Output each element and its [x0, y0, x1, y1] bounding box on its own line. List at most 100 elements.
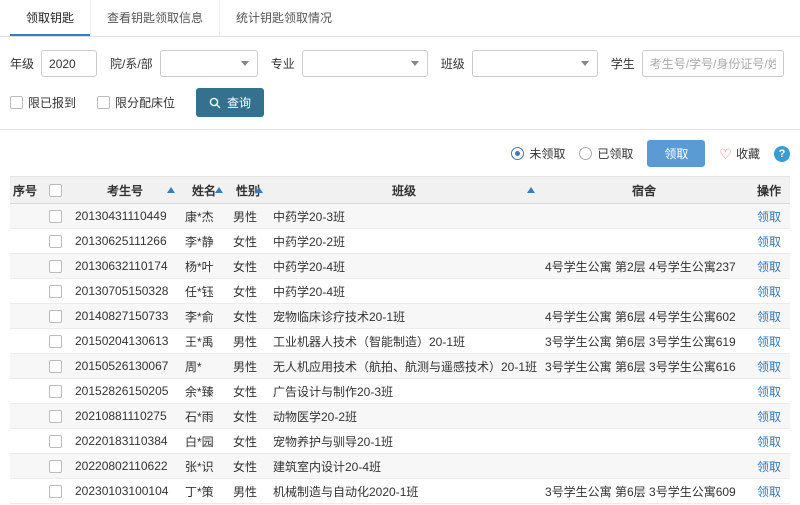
- table-row: 20140827150733 李*俞 女性 宠物临床诊疗技术20-1班 4号学生…: [10, 304, 790, 329]
- row-index-cell: [10, 254, 40, 279]
- only-assigned-bed-checkbox[interactable]: [97, 96, 110, 109]
- row-checkbox[interactable]: [49, 335, 62, 348]
- table-row: 20130632110174 杨*叶 女性 中药学20-4班 4号学生公寓 第2…: [10, 254, 790, 279]
- row-checkbox[interactable]: [49, 460, 62, 473]
- class-label: 班级: [441, 55, 465, 72]
- row-index-cell: [10, 429, 40, 454]
- receive-link[interactable]: 领取: [757, 210, 781, 224]
- class-select[interactable]: [472, 50, 598, 77]
- major-label: 专业: [271, 55, 295, 72]
- receive-link[interactable]: 领取: [757, 385, 781, 399]
- gender-cell: 女性: [228, 454, 268, 479]
- name-cell: 张*识: [180, 454, 228, 479]
- candidate-id-cell: 20150526130067: [70, 354, 180, 379]
- radio-received-control[interactable]: [579, 147, 592, 160]
- table-section: 未领取 已领取 领取 ♡ 收藏 ? 序号 考生号 姓名 性别 班级 宿舍 操作: [0, 130, 800, 505]
- class-cell: 广告设计与制作20-3班: [268, 379, 540, 404]
- chevron-down-icon: [241, 61, 249, 66]
- only-reported-checkbox[interactable]: [10, 96, 23, 109]
- only-assigned-bed-checkbox-group[interactable]: 限分配床位: [97, 94, 175, 111]
- receive-link[interactable]: 领取: [757, 310, 781, 324]
- col-header-candidate-id-label: 考生号: [107, 184, 143, 198]
- tab-receive-keys[interactable]: 领取钥匙: [10, 0, 90, 36]
- row-index-cell: [10, 379, 40, 404]
- candidate-id-cell: 20230103100104: [70, 479, 180, 504]
- sort-asc-icon: [527, 187, 535, 193]
- gender-cell: 女性: [228, 404, 268, 429]
- sort-asc-icon: [167, 187, 175, 193]
- row-index-cell: [10, 204, 40, 229]
- student-search-input[interactable]: [642, 50, 784, 77]
- row-checkbox[interactable]: [49, 310, 62, 323]
- table-row: 20150526130067 周* 男性 无人机应用技术（航拍、航测与遥感技术）…: [10, 354, 790, 379]
- receive-button[interactable]: 领取: [647, 140, 705, 167]
- candidate-id-cell: 20130705150328: [70, 279, 180, 304]
- row-checkbox[interactable]: [49, 435, 62, 448]
- name-cell: 周*: [180, 354, 228, 379]
- gender-cell: 男性: [228, 354, 268, 379]
- gender-cell: 女性: [228, 279, 268, 304]
- row-checkbox[interactable]: [49, 235, 62, 248]
- gender-cell: 女性: [228, 229, 268, 254]
- search-icon: [209, 97, 221, 109]
- name-cell: 康*杰: [180, 204, 228, 229]
- receive-link[interactable]: 领取: [757, 360, 781, 374]
- class-cell: 工业机器人技术（智能制造）20-1班: [268, 329, 540, 354]
- row-checkbox[interactable]: [49, 360, 62, 373]
- col-header-index: 序号: [10, 177, 40, 204]
- only-assigned-bed-label: 限分配床位: [115, 94, 175, 111]
- row-checkbox[interactable]: [49, 285, 62, 298]
- gender-cell: 女性: [228, 429, 268, 454]
- row-index-cell: [10, 454, 40, 479]
- query-button-label: 查询: [227, 94, 251, 111]
- tab-view-key-records[interactable]: 查看钥匙领取信息: [90, 0, 219, 36]
- grade-input[interactable]: [41, 50, 97, 77]
- row-checkbox[interactable]: [49, 410, 62, 423]
- col-header-name[interactable]: 姓名: [180, 177, 228, 204]
- name-cell: 李*俞: [180, 304, 228, 329]
- name-cell: 白*园: [180, 429, 228, 454]
- favorite-button[interactable]: ♡ 收藏: [719, 145, 760, 162]
- help-icon[interactable]: ?: [774, 146, 790, 162]
- receive-link[interactable]: 领取: [757, 485, 781, 499]
- name-cell: 余*臻: [180, 379, 228, 404]
- table-row: 20152826150205 余*臻 女性 广告设计与制作20-3班 领取: [10, 379, 790, 404]
- receive-link[interactable]: 领取: [757, 260, 781, 274]
- radio-unreceived-control[interactable]: [511, 147, 524, 160]
- chevron-down-icon: [581, 61, 589, 66]
- row-checkbox[interactable]: [49, 210, 62, 223]
- department-select[interactable]: [160, 50, 258, 77]
- dorm-cell: 4号学生公寓 第6层 4号学生公寓602: [540, 304, 748, 329]
- radio-received-label: 已领取: [597, 145, 633, 162]
- gender-cell: 女性: [228, 254, 268, 279]
- tab-bar: 领取钥匙 查看钥匙领取信息 统计钥匙领取情况: [0, 0, 800, 37]
- major-select[interactable]: [302, 50, 428, 77]
- receive-link[interactable]: 领取: [757, 335, 781, 349]
- receive-link[interactable]: 领取: [757, 285, 781, 299]
- class-cell: 中药学20-3班: [268, 204, 540, 229]
- radio-received[interactable]: 已领取: [579, 145, 633, 162]
- only-reported-checkbox-group[interactable]: 限已报到: [10, 94, 76, 111]
- receive-link[interactable]: 领取: [757, 435, 781, 449]
- query-button[interactable]: 查询: [196, 88, 264, 117]
- receive-link[interactable]: 领取: [757, 460, 781, 474]
- row-index-cell: [10, 279, 40, 304]
- col-header-gender[interactable]: 性别: [228, 177, 268, 204]
- row-checkbox[interactable]: [49, 260, 62, 273]
- col-header-candidate-id[interactable]: 考生号: [70, 177, 180, 204]
- receive-link[interactable]: 领取: [757, 410, 781, 424]
- radio-unreceived[interactable]: 未领取: [511, 145, 565, 162]
- class-cell: 中药学20-2班: [268, 229, 540, 254]
- receive-link[interactable]: 领取: [757, 235, 781, 249]
- row-index-cell: [10, 404, 40, 429]
- row-index-cell: [10, 354, 40, 379]
- row-checkbox[interactable]: [49, 485, 62, 498]
- class-cell: 机械制造与自动化2020-1班: [268, 479, 540, 504]
- candidate-id-cell: 20140827150733: [70, 304, 180, 329]
- select-all-checkbox[interactable]: [49, 184, 62, 197]
- table-row: 20150204130613 王*禹 男性 工业机器人技术（智能制造）20-1班…: [10, 329, 790, 354]
- tab-key-statistics[interactable]: 统计钥匙领取情况: [219, 0, 348, 36]
- col-header-class[interactable]: 班级: [268, 177, 540, 204]
- col-header-dorm: 宿舍: [540, 177, 748, 204]
- row-checkbox[interactable]: [49, 385, 62, 398]
